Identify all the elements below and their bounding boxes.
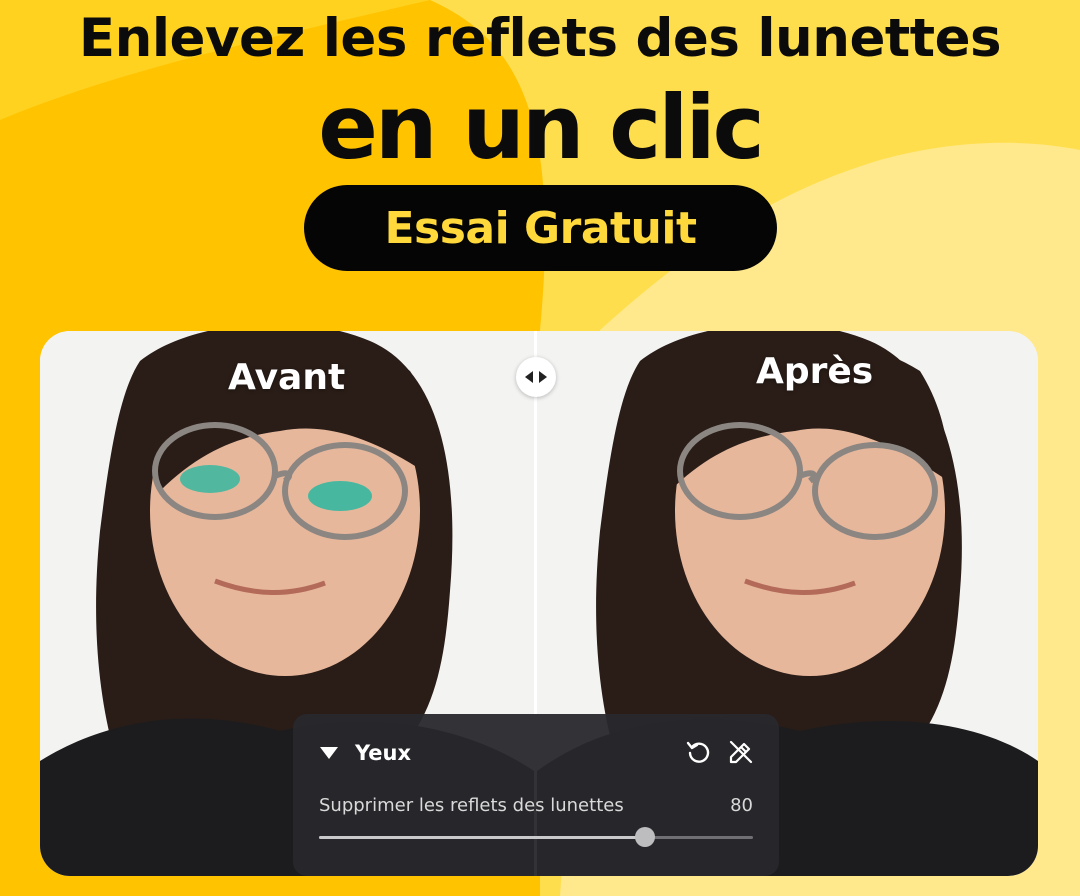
triangle-down-icon[interactable]: [320, 747, 338, 759]
slider-label: Supprimer les reflets des lunettes: [319, 795, 624, 816]
left-right-arrows-icon: [525, 371, 547, 383]
eyes-adjustment-panel: Yeux Supprimer les reflets des lunettes …: [293, 714, 779, 876]
before-label: Avant: [228, 357, 346, 398]
slider-fill: [319, 836, 645, 839]
eraser-edit-icon[interactable]: [727, 738, 755, 766]
slider-thumb[interactable]: [634, 827, 655, 847]
free-trial-button[interactable]: Essai Gratuit: [304, 185, 777, 271]
slider-value: 80: [730, 795, 753, 816]
headline-line-2: en un clic: [318, 76, 765, 179]
after-label: Après: [756, 351, 874, 392]
reflection-removal-slider[interactable]: [319, 827, 753, 847]
comparison-slider-handle[interactable]: [516, 357, 556, 397]
section-title[interactable]: Yeux: [355, 741, 411, 765]
headline-line-1: Enlevez les reflets des lunettes: [78, 8, 1002, 69]
reset-icon[interactable]: [685, 738, 713, 766]
